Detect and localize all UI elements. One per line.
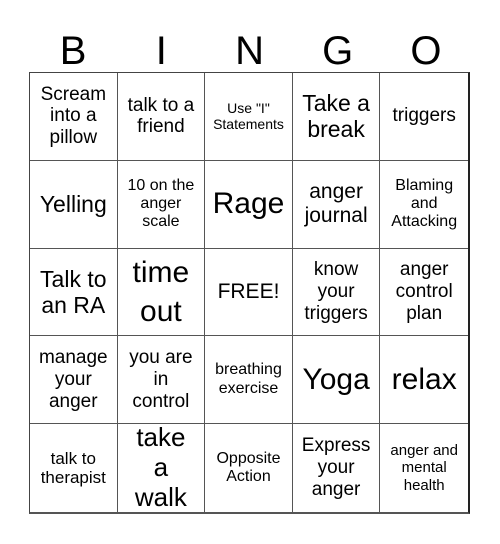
- bingo-cell[interactable]: manage your anger: [30, 336, 118, 425]
- bingo-header: B I N G O: [29, 30, 470, 72]
- bingo-cell[interactable]: Blaming and Attacking: [380, 161, 468, 249]
- header-letter-i: I: [155, 29, 167, 73]
- bingo-cell[interactable]: talk to therapist: [30, 424, 118, 512]
- bingo-cell[interactable]: Scream into a pillow: [30, 73, 118, 161]
- header-letter-o: O: [410, 29, 442, 73]
- bingo-cell[interactable]: you are in control: [117, 336, 206, 425]
- bingo-cell[interactable]: Opposite Action: [205, 424, 293, 512]
- bingo-cell[interactable]: relax: [380, 336, 468, 425]
- bingo-cell[interactable]: Talk to an RA: [30, 248, 118, 337]
- bingo-cell[interactable]: talk to a friend: [117, 73, 206, 161]
- bingo-cell[interactable]: Express your anger: [293, 424, 381, 512]
- header-letter-g: G: [322, 29, 354, 73]
- bingo-cell[interactable]: anger control plan: [380, 249, 468, 337]
- bingo-cell[interactable]: time out: [117, 248, 206, 337]
- bingo-cell[interactable]: anger and mental health: [380, 424, 468, 512]
- bingo-cell[interactable]: Yelling: [30, 160, 118, 249]
- bingo-cell[interactable]: anger journal: [292, 160, 381, 249]
- bingo-card-grid: Scream into a pillow talk to a friend Us…: [29, 72, 470, 514]
- bingo-cell[interactable]: Rage: [205, 160, 293, 249]
- bingo-cell[interactable]: know your triggers: [292, 248, 381, 337]
- header-letter-b: B: [59, 29, 87, 73]
- free-space-cell[interactable]: FREE!: [205, 248, 293, 337]
- bingo-cell[interactable]: 10 on the anger scale: [117, 160, 206, 249]
- header-letter-n: N: [235, 29, 264, 73]
- bingo-cell[interactable]: breathing exercise: [205, 336, 293, 425]
- bingo-cell[interactable]: Take a break: [292, 73, 381, 161]
- bingo-cell[interactable]: triggers: [380, 73, 468, 161]
- bingo-cell[interactable]: Use "I" Statements: [205, 73, 293, 161]
- bingo-cell[interactable]: take a walk: [118, 424, 206, 512]
- bingo-cell[interactable]: Yoga: [292, 336, 381, 425]
